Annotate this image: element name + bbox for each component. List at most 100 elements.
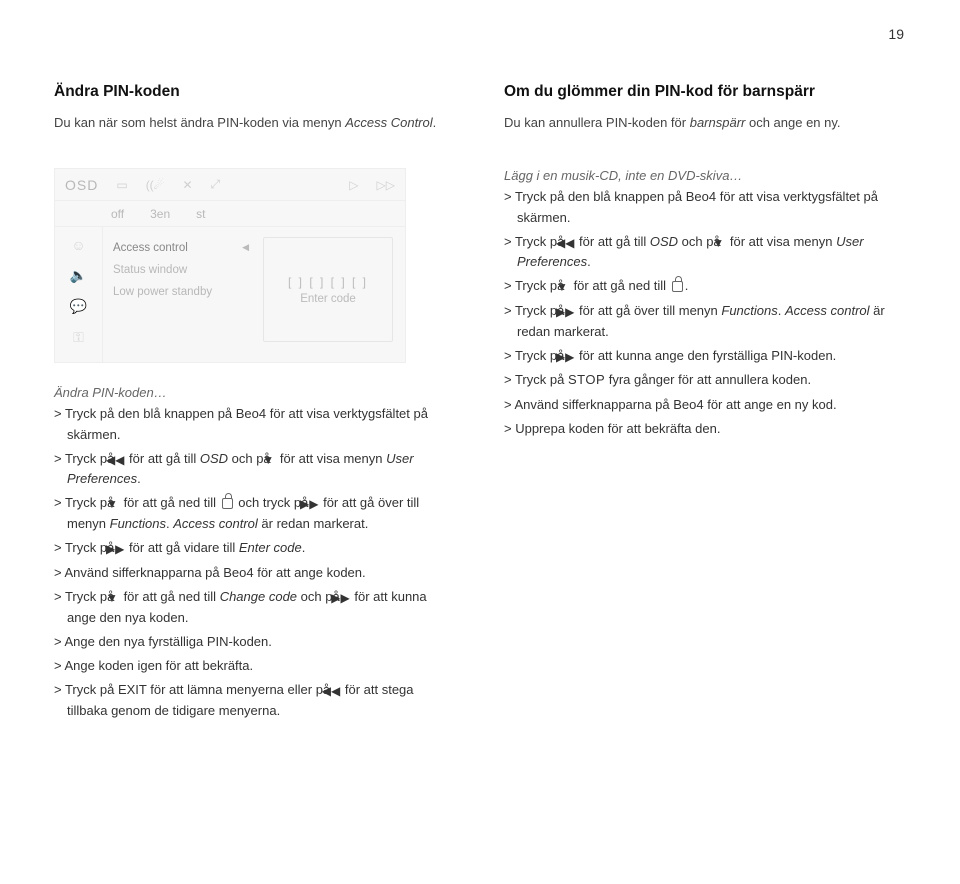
osd-item-status-window: Status window (103, 259, 263, 281)
step: > Tryck på STOP fyra gånger för att annu… (504, 370, 906, 390)
text: för att gå ned till (120, 495, 220, 510)
right-steps-head: Lägg i en musik-CD, inte en DVD-skiva… (504, 168, 906, 183)
menu-name: Access Control (345, 115, 432, 130)
step: > Använd sifferknapparna på Beo4 för att… (504, 395, 906, 415)
term: OSD (650, 234, 678, 249)
osd-body: ☺ 🔈 💬 ⚿ Access control Status window Low… (55, 227, 405, 362)
right-intro-text: Du kan annullera PIN-koden för barnspärr… (504, 113, 906, 133)
step: > Tryck på den blå knappen på Beo4 för a… (54, 404, 456, 444)
lock-icon (222, 498, 233, 509)
text: > Tryck på (54, 682, 118, 697)
chat-icon: 💬 (70, 298, 87, 315)
text: för att gå ned till (120, 589, 220, 604)
step: > Tryck på ◀◀ för att gå till OSD och på… (54, 449, 456, 490)
text: för att lämna menyerna eller på (147, 682, 334, 697)
text: för att gå ned till (570, 278, 670, 293)
expand-icon: ⤢ (211, 177, 221, 192)
osd-item-access-control: Access control (103, 237, 263, 259)
text: . (433, 115, 437, 130)
stop-label: STOP (568, 372, 605, 387)
osd-item-low-power: Low power standby (103, 281, 263, 303)
body-row: OSD ▭ ((☄ ✕ ⤢ ▷ ▷▷ off 3en st ☺ 🔈 💬 ⚿ (54, 132, 906, 720)
text: för att gå vidare till (125, 540, 238, 555)
text: är redan markerat. (258, 516, 369, 531)
play-icon: ▷ (349, 178, 358, 192)
text: . (685, 278, 689, 293)
text: för att gå till (125, 451, 199, 466)
osd-menu-list: Access control Status window Low power s… (103, 227, 263, 362)
ffwd-icon: ▶▶ (569, 348, 574, 367)
left-intro-text: Du kan när som helst ändra PIN-koden via… (54, 113, 456, 133)
step: > Tryck på ▼ för att gå ned till . (504, 276, 906, 297)
sound-icon: 🔈 (70, 267, 87, 284)
intro-row: Ändra PIN-koden Du kan när som helst änd… (54, 82, 906, 132)
step: > Använd sifferknapparna på Beo4 för att… (54, 563, 456, 583)
text: Du kan när som helst ändra PIN-koden via… (54, 115, 345, 130)
ffwd-icon: ▶▶ (119, 540, 124, 559)
text: och ange en ny. (745, 115, 840, 130)
term: Change code (220, 589, 297, 604)
mute-icon: ✕ (182, 178, 192, 192)
step: > Tryck på ▼ för att gå ned till Change … (54, 587, 456, 628)
text: > Tryck på (504, 372, 568, 387)
osd-sidebar: ☺ 🔈 💬 ⚿ (55, 227, 103, 362)
enter-code-label: Enter code (300, 293, 356, 305)
step: > Upprepa koden för att bekräfta den. (504, 419, 906, 439)
left-intro: Ändra PIN-koden Du kan när som helst änd… (54, 82, 456, 132)
text: för att gå till (575, 234, 649, 249)
left-title: Ändra PIN-koden (54, 82, 456, 103)
step: > Tryck på den blå knappen på Beo4 för a… (504, 187, 906, 227)
step: > Tryck på ▶▶ för att gå vidare till Ent… (54, 538, 456, 559)
rewind-icon: ◀◀ (335, 682, 340, 701)
step: > Tryck på ◀◀ för att gå till OSD och på… (504, 232, 906, 273)
ffwd-icon: ▶▶ (313, 495, 318, 514)
right-title: Om du glömmer din PIN-kod för barnspärr (504, 82, 906, 103)
code-slots: [ ] [ ] [ ] [ ] (288, 275, 368, 289)
text: . (778, 303, 785, 318)
step: > Tryck på EXIT för att lämna menyerna e… (54, 680, 456, 721)
right-intro: Om du glömmer din PIN-kod för barnspärr … (504, 82, 906, 132)
term: Access control (173, 516, 258, 531)
step: > Tryck på ▼ för att gå ned till och try… (54, 493, 456, 534)
text: för att visa menyn (726, 234, 836, 249)
text: . (137, 471, 141, 486)
step: > Ange den nya fyrställiga PIN-koden. (54, 632, 456, 652)
left-steps-head: Ändra PIN-koden… (54, 385, 456, 400)
user-icon: ☺ (71, 237, 85, 253)
text: för att visa menyn (276, 451, 386, 466)
ffwd-icon: ▶▶ (569, 303, 574, 322)
right-column: Lägg i en musik-CD, inte en DVD-skiva… >… (504, 168, 906, 720)
term: Functions (110, 516, 166, 531)
text: för att kunna ange den fyrställiga PIN-k… (575, 348, 836, 363)
osd-st: st (196, 207, 205, 221)
step: > Tryck på ▶▶ för att kunna ange den fyr… (504, 346, 906, 367)
text: för att gå över till menyn (575, 303, 721, 318)
display-icon: ▭ (116, 178, 127, 192)
page-number: 19 (888, 26, 904, 42)
left-column: OSD ▭ ((☄ ✕ ⤢ ▷ ▷▷ off 3en st ☺ 🔈 💬 ⚿ (54, 132, 456, 720)
rewind-icon: ◀◀ (119, 451, 124, 470)
osd-title: OSD (65, 177, 98, 193)
text: Du kan annullera PIN-koden för (504, 115, 690, 130)
step: > Ange koden igen för att bekräfta. (54, 656, 456, 676)
osd-panel: OSD ▭ ((☄ ✕ ⤢ ▷ ▷▷ off 3en st ☺ 🔈 💬 ⚿ (54, 168, 406, 363)
osd-lang: 3en (150, 207, 170, 221)
ffwd-icon: ▷▷ (377, 178, 395, 192)
term: barnspärr (690, 115, 746, 130)
step: > Tryck på ▶▶ för att gå över till menyn… (504, 301, 906, 342)
rewind-icon: ◀◀ (569, 234, 574, 253)
lock-icon (672, 281, 683, 292)
lock-icon: ⚿ (73, 329, 84, 346)
osd-main: Access control Status window Low power s… (103, 227, 405, 362)
osd-top-row: OSD ▭ ((☄ ✕ ⤢ ▷ ▷▷ (55, 169, 405, 201)
ffwd-icon: ▶▶ (344, 589, 349, 608)
term: Functions (721, 303, 777, 318)
term: Access control (785, 303, 870, 318)
term: OSD (200, 451, 228, 466)
term: Enter code (239, 540, 302, 555)
text: . (587, 254, 591, 269)
speaker-icon: ((☄ (146, 178, 165, 192)
osd-second-row: off 3en st (55, 201, 405, 227)
text: fyra gånger för att annullera koden. (605, 372, 811, 387)
text: . (302, 540, 306, 555)
